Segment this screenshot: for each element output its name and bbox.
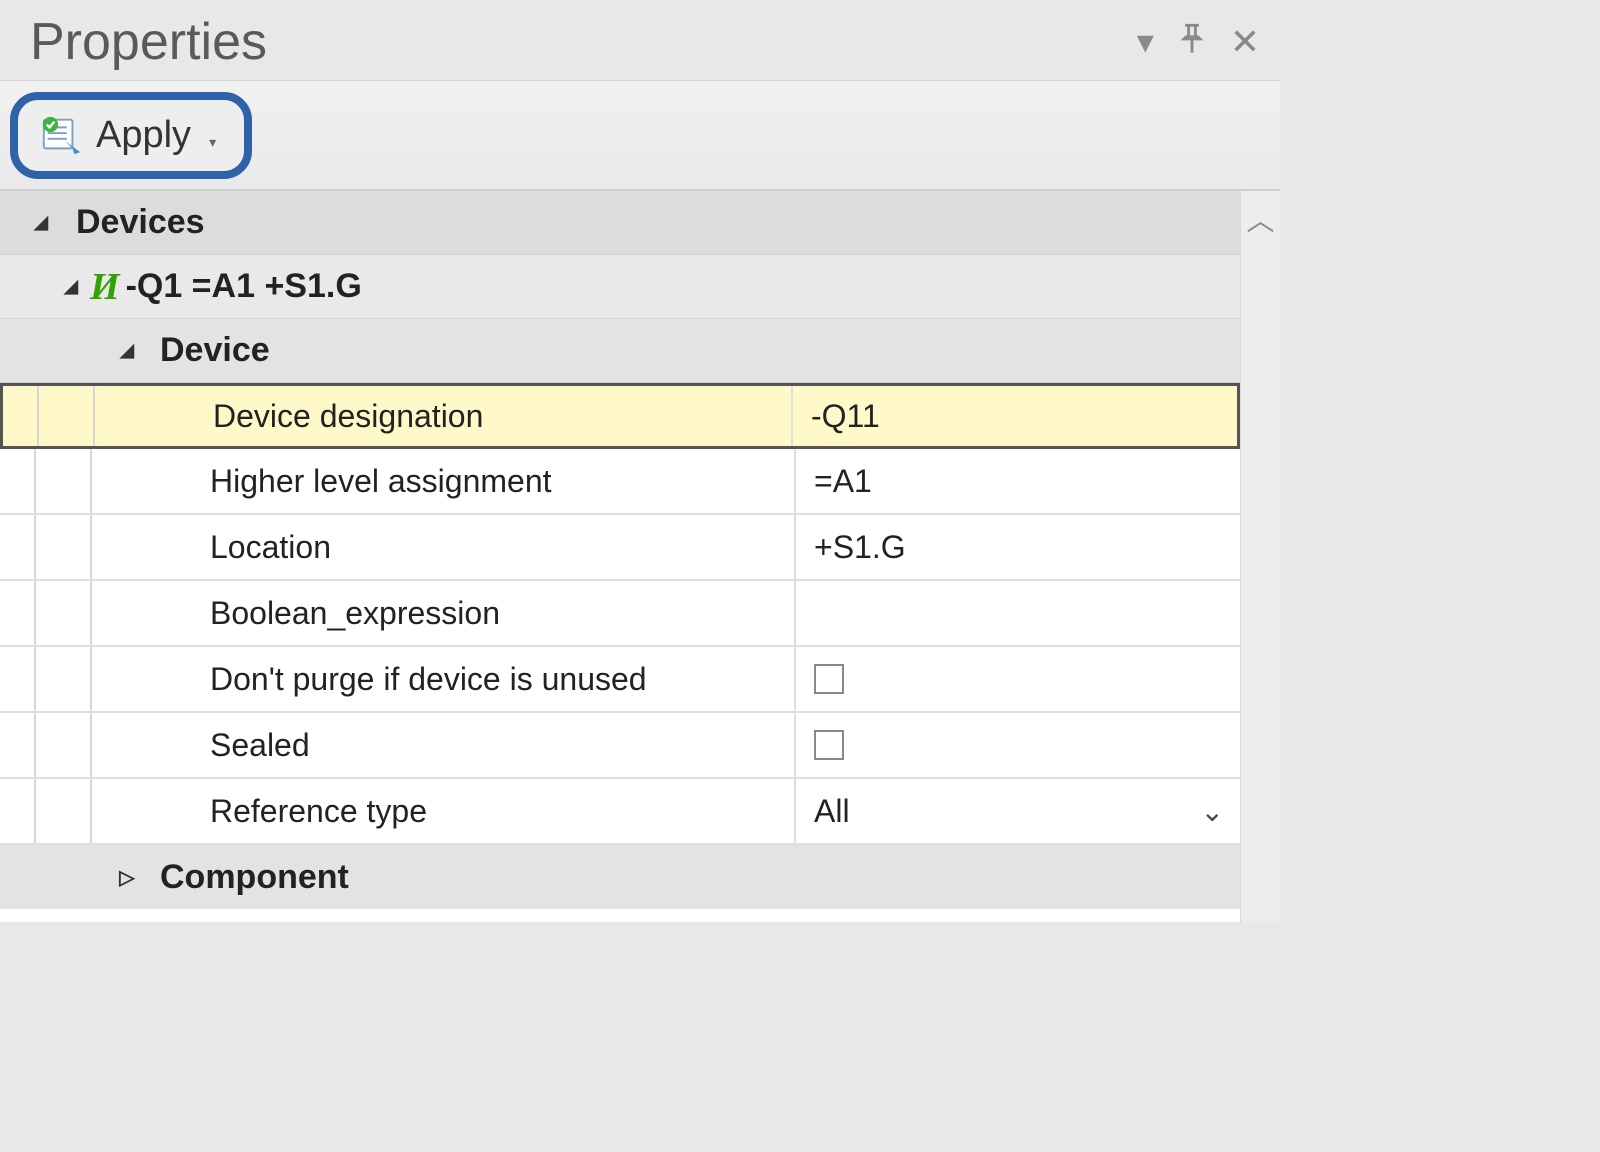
checkbox[interactable] xyxy=(814,664,844,694)
apply-button[interactable]: Apply ▾ xyxy=(10,92,252,179)
prop-label: Boolean_expression xyxy=(170,581,796,645)
prop-label: Reference type xyxy=(170,779,796,843)
tree-item[interactable]: И -Q1 =A1 +S1.G xyxy=(0,255,1240,319)
prop-value[interactable]: +S1.G xyxy=(796,515,1240,579)
toolbar: Apply ▾ xyxy=(0,80,1280,190)
prop-higher-level[interactable]: Higher level assignment =A1 xyxy=(0,449,1240,515)
properties-panel: Properties ▾ ✕ xyxy=(0,0,1280,922)
section-component[interactable]: Component xyxy=(0,845,1240,909)
prop-label: Location xyxy=(170,515,796,579)
section-device[interactable]: Device xyxy=(0,319,1240,383)
prop-location[interactable]: Location +S1.G xyxy=(0,515,1240,581)
checkbox[interactable] xyxy=(814,730,844,760)
prop-dont-purge[interactable]: Don't purge if device is unused xyxy=(0,647,1240,713)
section-devices[interactable]: Devices xyxy=(0,191,1240,255)
section-component-label: Component xyxy=(160,858,349,897)
prop-label: Don't purge if device is unused xyxy=(170,647,796,711)
prop-sealed[interactable]: Sealed xyxy=(0,713,1240,779)
prop-label: Sealed xyxy=(170,713,796,777)
tree-item-label: -Q1 =A1 +S1.G xyxy=(126,267,362,306)
scroll-up-icon[interactable]: ︿ xyxy=(1246,199,1274,922)
apply-icon xyxy=(38,114,84,156)
chevron-down-icon[interactable] xyxy=(26,210,56,236)
window-dropdown-icon[interactable]: ▾ xyxy=(1137,25,1154,59)
chevron-right-icon[interactable] xyxy=(112,864,142,890)
chevron-down-icon[interactable] xyxy=(56,274,86,300)
vertical-scrollbar[interactable]: ︿ xyxy=(1240,191,1280,922)
property-grid: Devices И -Q1 =A1 +S1.G Device Device de… xyxy=(0,190,1280,922)
prop-label: Higher level assignment xyxy=(170,449,796,513)
prop-label: Device designation xyxy=(173,386,793,446)
prop-value[interactable]: -Q11 xyxy=(793,386,1237,446)
chevron-down-icon[interactable]: ⌄ xyxy=(1201,795,1224,828)
prop-device-designation[interactable]: Device designation -Q11 xyxy=(0,383,1240,449)
chevron-down-icon[interactable] xyxy=(112,338,142,364)
panel-title: Properties xyxy=(30,12,1137,72)
prop-value[interactable] xyxy=(796,647,1240,711)
prop-value[interactable]: All ⌄ xyxy=(796,779,1240,843)
panel-header: Properties ▾ ✕ xyxy=(0,0,1280,80)
close-icon[interactable]: ✕ xyxy=(1230,24,1260,60)
header-controls: ▾ ✕ xyxy=(1137,23,1260,61)
apply-label: Apply xyxy=(96,114,191,157)
prop-value[interactable] xyxy=(796,581,1240,645)
pin-icon[interactable] xyxy=(1178,23,1206,61)
reference-type-value: All xyxy=(814,793,850,830)
prop-value[interactable]: =A1 xyxy=(796,449,1240,513)
prop-value[interactable] xyxy=(796,713,1240,777)
section-devices-label: Devices xyxy=(76,203,205,242)
device-tag-icon: И xyxy=(90,265,120,309)
apply-dropdown-icon[interactable]: ▾ xyxy=(209,134,216,157)
prop-boolean-expression[interactable]: Boolean_expression xyxy=(0,581,1240,647)
section-device-label: Device xyxy=(160,331,270,370)
prop-reference-type[interactable]: Reference type All ⌄ xyxy=(0,779,1240,845)
